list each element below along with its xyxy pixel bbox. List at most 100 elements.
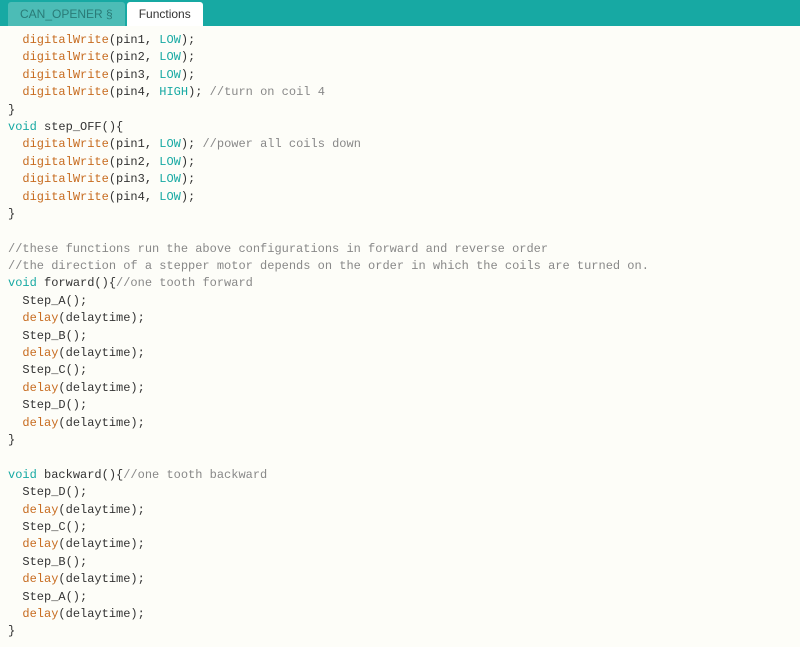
code-line: digitalWrite(pin1, LOW);: [8, 32, 792, 49]
code-line: [8, 223, 792, 240]
code-token: (pin4,: [109, 190, 159, 204]
code-line: delay(delaytime);: [8, 345, 792, 362]
code-token: //these functions run the above configur…: [8, 242, 548, 256]
code-line: //these functions run the above configur…: [8, 241, 792, 258]
code-token: [8, 572, 22, 586]
code-token: digitalWrite: [22, 68, 108, 82]
code-token: LOW: [159, 190, 181, 204]
code-token: [8, 311, 22, 325]
code-line: }: [8, 206, 792, 223]
code-token: LOW: [159, 68, 181, 82]
code-token: HIGH: [159, 85, 188, 99]
code-line: Step_B();: [8, 554, 792, 571]
code-line: delay(delaytime);: [8, 606, 792, 623]
tab-can-opener[interactable]: CAN_OPENER §: [8, 2, 125, 26]
code-line: void step_OFF(){: [8, 119, 792, 136]
code-token: void: [8, 468, 37, 482]
code-token: //power all coils down: [202, 137, 360, 151]
code-token: LOW: [159, 33, 181, 47]
code-token: [8, 50, 22, 64]
code-token: (pin2,: [109, 50, 159, 64]
code-line: void backward(){//one tooth backward: [8, 467, 792, 484]
code-line: }: [8, 432, 792, 449]
code-token: digitalWrite: [22, 172, 108, 186]
code-token: [8, 155, 22, 169]
code-token: backward(){: [37, 468, 123, 482]
code-token: forward(){: [37, 276, 116, 290]
code-token: [8, 190, 22, 204]
code-token: (pin3,: [109, 68, 159, 82]
code-token: [8, 85, 22, 99]
code-token: );: [188, 85, 210, 99]
code-token: digitalWrite: [22, 137, 108, 151]
code-token: (pin1,: [109, 33, 159, 47]
code-token: step_OFF(){: [37, 120, 123, 134]
code-token: Step_D();: [8, 398, 87, 412]
code-token: (delaytime);: [58, 537, 144, 551]
code-line: delay(delaytime);: [8, 502, 792, 519]
code-line: Step_D();: [8, 397, 792, 414]
code-token: (pin4,: [109, 85, 159, 99]
code-token: );: [181, 50, 195, 64]
code-token: LOW: [159, 155, 181, 169]
code-token: Step_A();: [8, 294, 87, 308]
code-token: [8, 137, 22, 151]
code-token: (delaytime);: [58, 416, 144, 430]
code-token: //turn on coil 4: [210, 85, 325, 99]
code-line: delay(delaytime);: [8, 380, 792, 397]
code-token: [8, 537, 22, 551]
code-token: delay: [22, 416, 58, 430]
code-token: (pin3,: [109, 172, 159, 186]
code-token: Step_C();: [8, 363, 87, 377]
code-token: digitalWrite: [22, 155, 108, 169]
code-token: [8, 607, 22, 621]
code-token: delay: [22, 311, 58, 325]
code-token: );: [181, 190, 195, 204]
code-token: [8, 450, 15, 464]
code-token: LOW: [159, 50, 181, 64]
code-token: void: [8, 276, 37, 290]
code-token: Step_B();: [8, 329, 87, 343]
code-line: }: [8, 102, 792, 119]
code-token: delay: [22, 537, 58, 551]
code-token: [8, 172, 22, 186]
code-token: }: [8, 624, 15, 638]
code-line: digitalWrite(pin4, LOW);: [8, 189, 792, 206]
code-line: }: [8, 623, 792, 640]
code-line: digitalWrite(pin3, LOW);: [8, 171, 792, 188]
tab-functions[interactable]: Functions: [127, 2, 203, 26]
code-token: //the direction of a stepper motor depen…: [8, 259, 649, 273]
code-line: Step_C();: [8, 519, 792, 536]
code-token: (pin2,: [109, 155, 159, 169]
code-token: [8, 224, 15, 238]
code-line: delay(delaytime);: [8, 415, 792, 432]
code-token: //one tooth forward: [116, 276, 253, 290]
tab-bar: CAN_OPENER § Functions: [0, 0, 800, 26]
code-token: [8, 346, 22, 360]
code-token: );: [181, 155, 195, 169]
code-token: Step_B();: [8, 555, 87, 569]
code-token: );: [181, 33, 195, 47]
code-line: Step_A();: [8, 293, 792, 310]
code-token: (delaytime);: [58, 572, 144, 586]
code-token: delay: [22, 607, 58, 621]
code-token: //one tooth backward: [123, 468, 267, 482]
code-line: digitalWrite(pin2, LOW);: [8, 154, 792, 171]
code-editor[interactable]: digitalWrite(pin1, LOW); digitalWrite(pi…: [0, 26, 800, 647]
code-token: Step_C();: [8, 520, 87, 534]
code-token: digitalWrite: [22, 85, 108, 99]
code-token: delay: [22, 503, 58, 517]
code-token: digitalWrite: [22, 33, 108, 47]
code-line: digitalWrite(pin3, LOW);: [8, 67, 792, 84]
code-token: [8, 381, 22, 395]
code-token: [8, 503, 22, 517]
code-token: (delaytime);: [58, 381, 144, 395]
code-line: Step_B();: [8, 328, 792, 345]
code-token: (pin1,: [109, 137, 159, 151]
code-line: Step_A();: [8, 589, 792, 606]
code-line: delay(delaytime);: [8, 571, 792, 588]
code-token: LOW: [159, 137, 181, 151]
code-token: delay: [22, 572, 58, 586]
code-line: void forward(){//one tooth forward: [8, 275, 792, 292]
code-token: digitalWrite: [22, 190, 108, 204]
